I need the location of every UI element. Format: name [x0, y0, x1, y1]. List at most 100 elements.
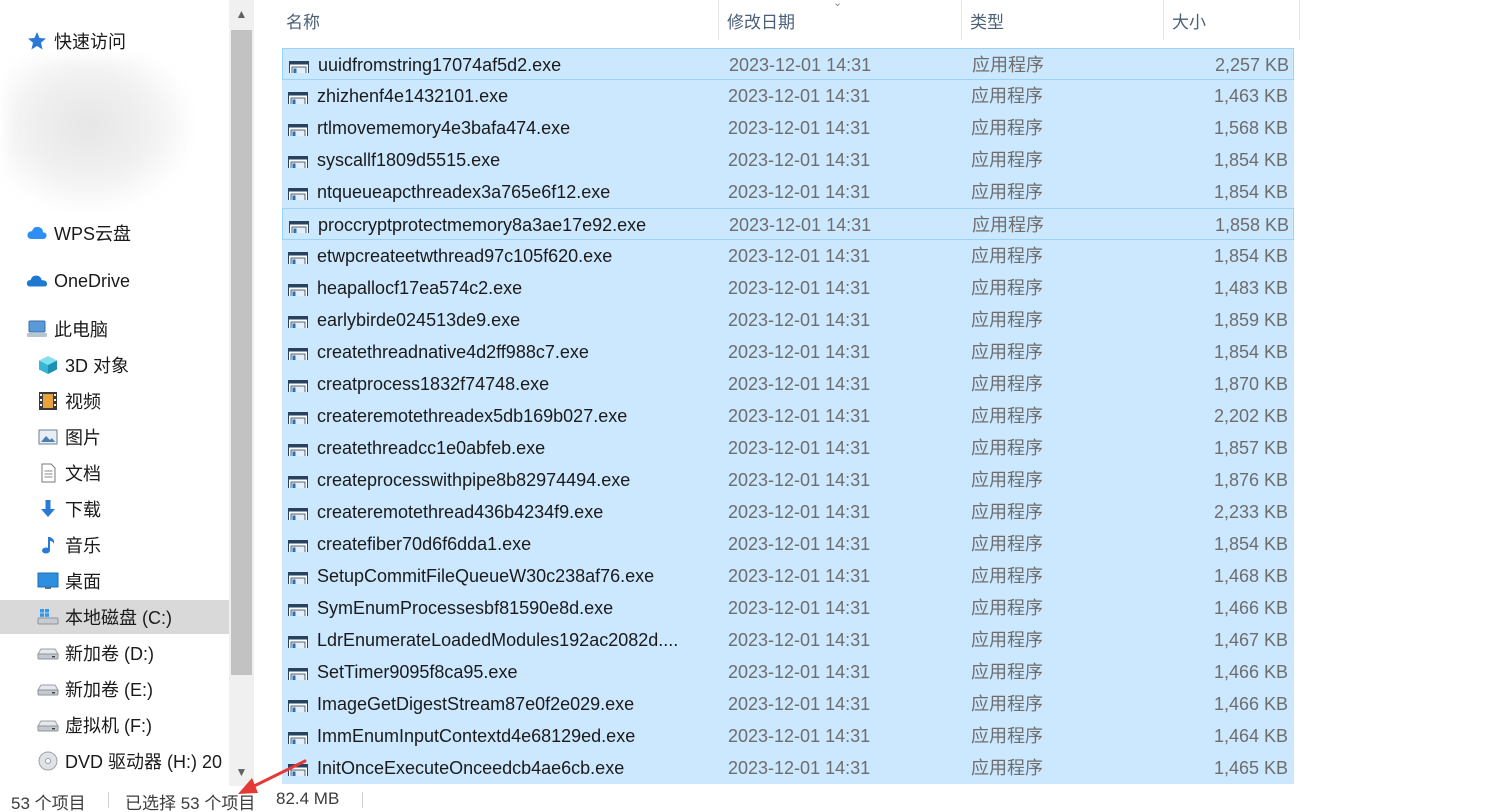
file-name: createthreadnative4d2ff988c7.exe [317, 342, 589, 362]
file-date: 2023-12-01 14:31 [728, 374, 871, 394]
file-type: 应用程序 [971, 86, 1043, 106]
nav-item[interactable]: 下载 [0, 492, 229, 526]
file-row[interactable]: LdrEnumerateLoadedModules192ac2082d.... 2… [282, 624, 1294, 656]
file-type: 应用程序 [971, 150, 1043, 170]
nav-item[interactable]: 音乐 [0, 528, 229, 562]
file-size: 2,257 KB [1214, 55, 1289, 75]
file-row[interactable]: createremotethreadex5db169b027.exe 2023-1… [282, 400, 1294, 432]
file-row[interactable]: etwpcreateetwthread97c105f620.exe 2023-12… [282, 240, 1294, 272]
file-date: 2023-12-01 14:31 [728, 86, 871, 106]
nav-item[interactable]: 桌面 [0, 564, 229, 598]
file-row[interactable]: SetTimer9095f8ca95.exe 2023-12-01 14:31 应用… [282, 656, 1294, 688]
file-row[interactable]: createremotethread436b4234f9.exe 2023-12-… [282, 496, 1294, 528]
file-type: 应用程序 [971, 438, 1043, 458]
column-header-name-label: 名称 [286, 12, 320, 32]
column-header-size-label: 大小 [1172, 12, 1206, 32]
file-date: 2023-12-01 14:31 [728, 406, 871, 426]
exe-file-icon [288, 567, 308, 584]
nav-item[interactable]: WPS云盘 [0, 216, 229, 250]
file-date: 2023-12-01 14:31 [728, 566, 871, 586]
file-row[interactable]: SetupCommitFileQueueW30c238af76.exe 2023-… [282, 560, 1294, 592]
file-row[interactable]: ImageGetDigestStream87e0f2e029.exe 2023-1… [282, 688, 1294, 720]
exe-file-icon [288, 471, 308, 488]
nav-item[interactable]: 快速访问 [0, 24, 229, 58]
exe-file-icon [288, 407, 308, 424]
file-name: ImmEnumInputContextd4e68129ed.exe [317, 726, 636, 746]
file-row[interactable]: uuidfromstring17074af5d2.exe 2023-12-01 1… [282, 48, 1294, 80]
file-size: 2,233 KB [1213, 502, 1288, 522]
scroll-down-icon[interactable]: ▼ [229, 758, 254, 786]
nav-item-label: 音乐 [65, 536, 101, 556]
file-date: 2023-12-01 14:31 [728, 310, 871, 330]
file-row[interactable]: creatprocess1832f74748.exe 2023-12-01 14:… [282, 368, 1294, 400]
column-headers: 名称 ⌄ 修改日期 类型 大小 [255, 0, 1300, 40]
file-date: 2023-12-01 14:31 [728, 182, 871, 202]
nav-item-label: OneDrive [54, 270, 131, 291]
file-row[interactable]: ImmEnumInputContextd4e68129ed.exe 2023-12… [282, 720, 1294, 752]
column-header-size[interactable]: 大小 [1164, 0, 1300, 40]
column-header-type[interactable]: 类型 [962, 0, 1164, 40]
nav-item[interactable]: 新加卷 (D:) [0, 636, 229, 670]
file-type: 应用程序 [971, 246, 1043, 266]
file-type: 应用程序 [971, 534, 1043, 554]
file-type: 应用程序 [971, 406, 1043, 426]
navigation-pane: 快速访问 WPS云盘 OneDrive 此电脑 3D 对象 视频 图片 文档 下载音乐桌面本地磁… [0, 0, 229, 786]
exe-file-icon [288, 375, 308, 392]
file-type: 应用程序 [971, 758, 1043, 778]
nav-item[interactable]: 视频 [0, 384, 229, 418]
music-icon [37, 534, 59, 556]
file-row[interactable]: createthreadcc1e0abfeb.exe 2023-12-01 14:… [282, 432, 1294, 464]
nav-scrollbar[interactable]: ▲ ▼ [229, 0, 254, 786]
file-row[interactable]: createprocesswithpipe8b82974494.exe 2023-… [282, 464, 1294, 496]
file-size: 1,463 KB [1213, 86, 1288, 106]
file-row[interactable]: ntqueueapcthreadex3a765e6f12.exe 2023-12-… [282, 176, 1294, 208]
exe-file-icon [288, 279, 308, 296]
cloud-icon [26, 222, 48, 244]
drive-icon [37, 714, 59, 736]
file-row[interactable]: InitOnceExecuteOnceedcb4ae6cb.exe 2023-12… [282, 752, 1294, 784]
windows-drive-icon [37, 606, 59, 628]
file-date: 2023-12-01 14:31 [728, 342, 871, 362]
scrollbar-thumb[interactable] [231, 30, 252, 675]
file-type: 应用程序 [971, 118, 1043, 138]
nav-item[interactable]: 此电脑 [0, 312, 229, 346]
file-row[interactable]: createthreadnative4d2ff988c7.exe 2023-12-… [282, 336, 1294, 368]
scroll-up-icon[interactable]: ▲ [229, 0, 254, 28]
nav-item-label: 新加卷 (D:) [65, 644, 154, 664]
file-row[interactable]: earlybirde024513de9.exe 2023-12-01 14:31 应… [282, 304, 1294, 336]
nav-item[interactable]: 本地磁盘 (C:) [0, 600, 229, 634]
nav-item[interactable]: 文档 [0, 456, 229, 490]
nav-item[interactable]: OneDrive [0, 264, 229, 298]
file-name: syscallf1809d5515.exe [317, 150, 501, 170]
file-size: 1,854 KB [1213, 342, 1288, 362]
file-row[interactable]: rtlmovememory4e3bafa474.exe 2023-12-01 14… [282, 112, 1294, 144]
nav-item-label: 桌面 [65, 572, 101, 592]
file-row[interactable]: SymEnumProcessesbf81590e8d.exe 2023-12-01… [282, 592, 1294, 624]
file-row[interactable]: syscallf1809d5515.exe 2023-12-01 14:31 应用程… [282, 144, 1294, 176]
column-header-name[interactable]: 名称 [278, 0, 719, 40]
nav-item[interactable]: 新加卷 (E:) [0, 672, 229, 706]
nav-item[interactable]: 3D 对象 [0, 348, 229, 382]
file-row[interactable]: createfiber70d6f6dda1.exe 2023-12-01 14:3… [282, 528, 1294, 560]
nav-item[interactable]: DVD 驱动器 (H:) 20 [0, 744, 229, 778]
column-header-date[interactable]: 修改日期 [719, 0, 962, 40]
file-row[interactable]: proccryptprotectmemory8a3ae17e92.exe 2023… [282, 208, 1294, 240]
nav-item-label: 此电脑 [54, 320, 108, 340]
file-name: SymEnumProcessesbf81590e8d.exe [317, 598, 614, 618]
status-selected-size: 82.4 MB [276, 789, 340, 808]
exe-file-icon [288, 727, 308, 744]
file-date: 2023-12-01 14:31 [728, 150, 871, 170]
file-size: 2,202 KB [1213, 406, 1288, 426]
file-row[interactable]: zhizhenf4e1432101.exe 2023-12-01 14:31 应用程… [282, 80, 1294, 112]
nav-item-label: WPS云盘 [54, 224, 132, 244]
nav-item[interactable]: 虚拟机 (F:) [0, 708, 229, 742]
column-header-type-label: 类型 [970, 12, 1004, 32]
file-type: 应用程序 [971, 598, 1043, 618]
exe-file-icon [288, 311, 308, 328]
file-type: 应用程序 [972, 55, 1044, 75]
file-row[interactable]: heapallocf17ea574c2.exe 2023-12-01 14:31 应… [282, 272, 1294, 304]
nav-item[interactable]: 图片 [0, 420, 229, 454]
status-divider [362, 792, 363, 808]
exe-file-icon [288, 759, 308, 776]
file-name: LdrEnumerateLoadedModules192ac2082d.... [317, 630, 679, 650]
